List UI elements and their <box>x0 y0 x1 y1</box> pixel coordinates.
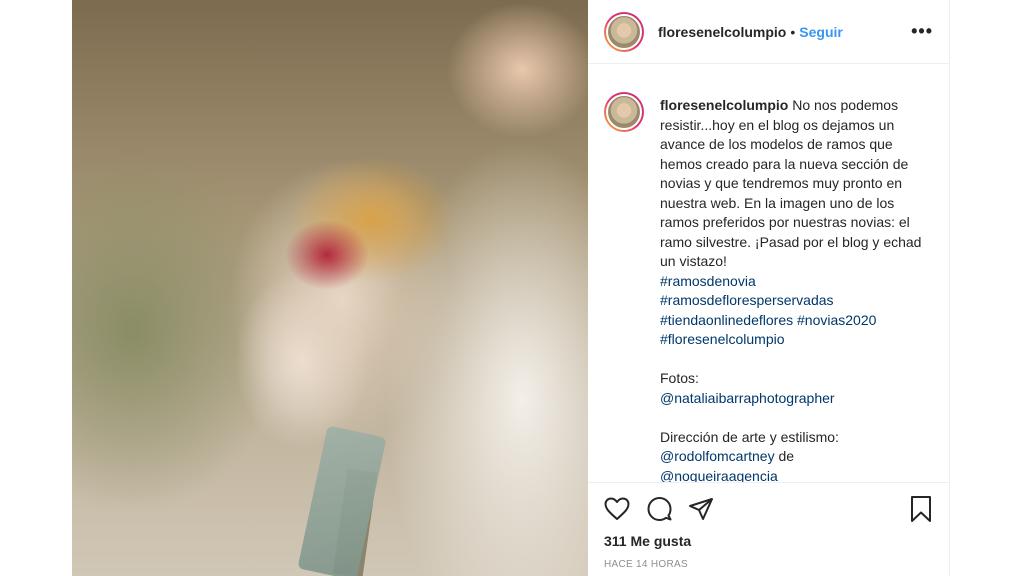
follow-button[interactable]: Seguir <box>799 24 843 40</box>
likes-count[interactable]: 311 Me gusta <box>588 529 949 553</box>
hashtag-ramosdefloresperservadas[interactable]: #ramosdefloresperservadas <box>660 292 834 308</box>
header-separator: • <box>790 23 796 40</box>
art-direction-label: Dirección de arte y estilismo: <box>660 428 839 445</box>
agency-mention[interactable]: @nogueiraagencia <box>660 468 778 483</box>
post-side-panel: floresenelcolumpio • Seguir ••• floresen… <box>588 0 950 576</box>
hashtag-tiendaonlinedeflores[interactable]: #tiendaonlinedeflores <box>660 312 793 328</box>
bookmark-icon[interactable] <box>909 495 933 523</box>
art-director-mention[interactable]: @rodolfomcartney <box>660 448 775 464</box>
post-timestamp[interactable]: HACE 14 HORAS <box>588 553 949 576</box>
image-ribbon <box>297 425 387 576</box>
post-image[interactable] <box>72 0 588 576</box>
author-avatar[interactable] <box>604 11 644 52</box>
action-icons <box>588 483 949 529</box>
caption-avatar[interactable] <box>604 92 644 132</box>
hashtag-novias2020[interactable]: #novias2020 <box>797 312 876 328</box>
comment-icon[interactable] <box>646 496 672 522</box>
caption-comment: floresenelcolumpio No nos podemos resist… <box>604 80 933 482</box>
more-options-icon[interactable]: ••• <box>911 21 933 42</box>
author-username[interactable]: floresenelcolumpio <box>658 24 786 40</box>
caption-text-block: floresenelcolumpio No nos podemos resist… <box>660 96 930 482</box>
hashtag-floresenelcolumpio[interactable]: #floresenelcolumpio <box>660 331 785 347</box>
share-icon[interactable] <box>688 497 714 521</box>
art-connector: de <box>778 448 795 464</box>
comments-area[interactable]: floresenelcolumpio No nos podemos resist… <box>588 80 949 482</box>
caption-username[interactable]: floresenelcolumpio <box>660 97 788 113</box>
hashtag-ramosdenovia[interactable]: #ramosdenovia <box>660 273 756 289</box>
photographer-mention[interactable]: @nataliaibarraphotographer <box>660 390 835 406</box>
caption-body: No nos podemos resistir...hoy en el blog… <box>660 97 922 269</box>
heart-icon[interactable] <box>604 497 630 521</box>
post-actions: 311 Me gusta HACE 14 HORAS <box>588 482 949 576</box>
photos-label: Fotos: <box>660 370 699 386</box>
post-header: floresenelcolumpio • Seguir ••• <box>588 0 949 64</box>
